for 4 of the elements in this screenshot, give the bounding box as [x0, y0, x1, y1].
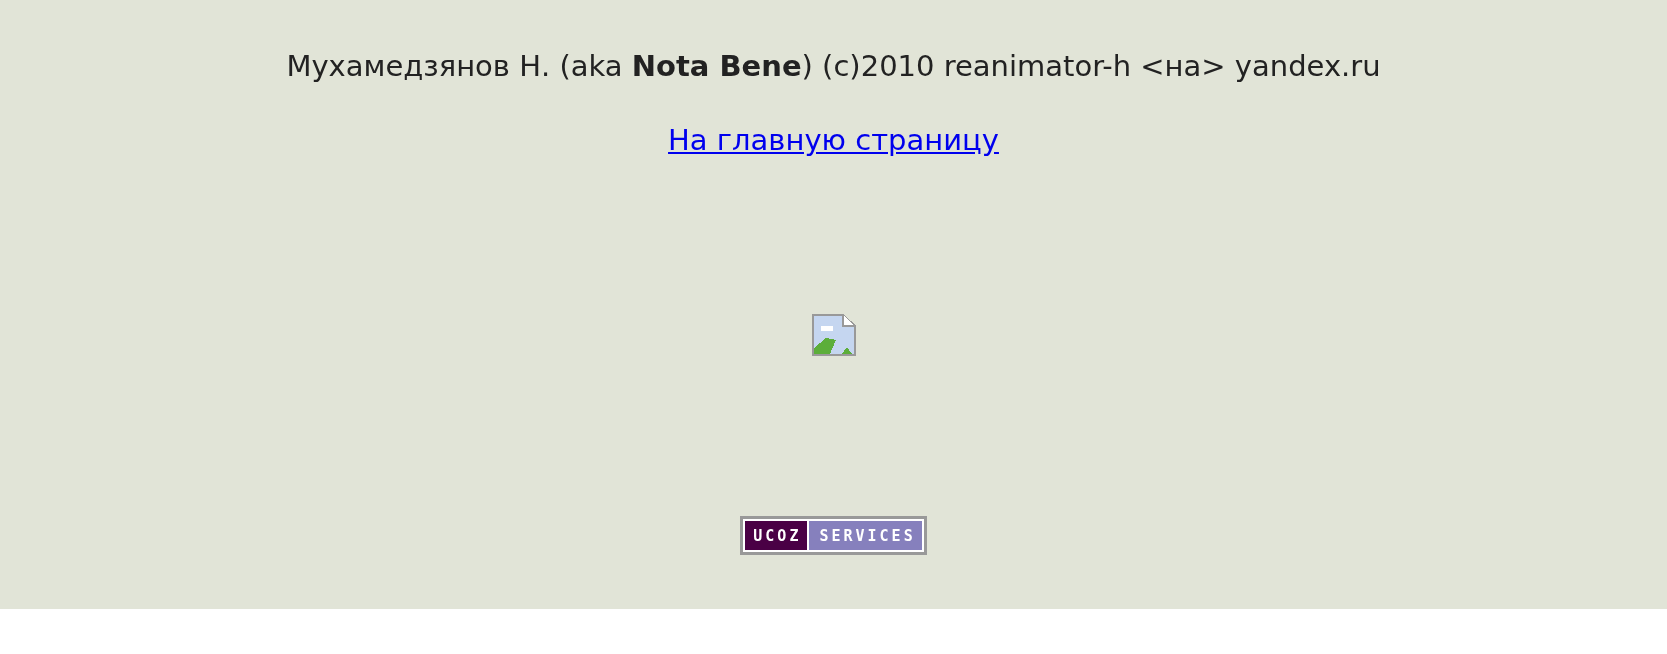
credits-text: Мухамедзянов Н. (aka Nota Bene) (c)2010 reanimator-h <на> yandex.ru [285, 48, 1382, 85]
home-link[interactable]: На главную страницу [668, 118, 999, 162]
broken-image-icon [811, 314, 856, 356]
services-badge[interactable]: UCOZ SERVICES [740, 516, 927, 555]
